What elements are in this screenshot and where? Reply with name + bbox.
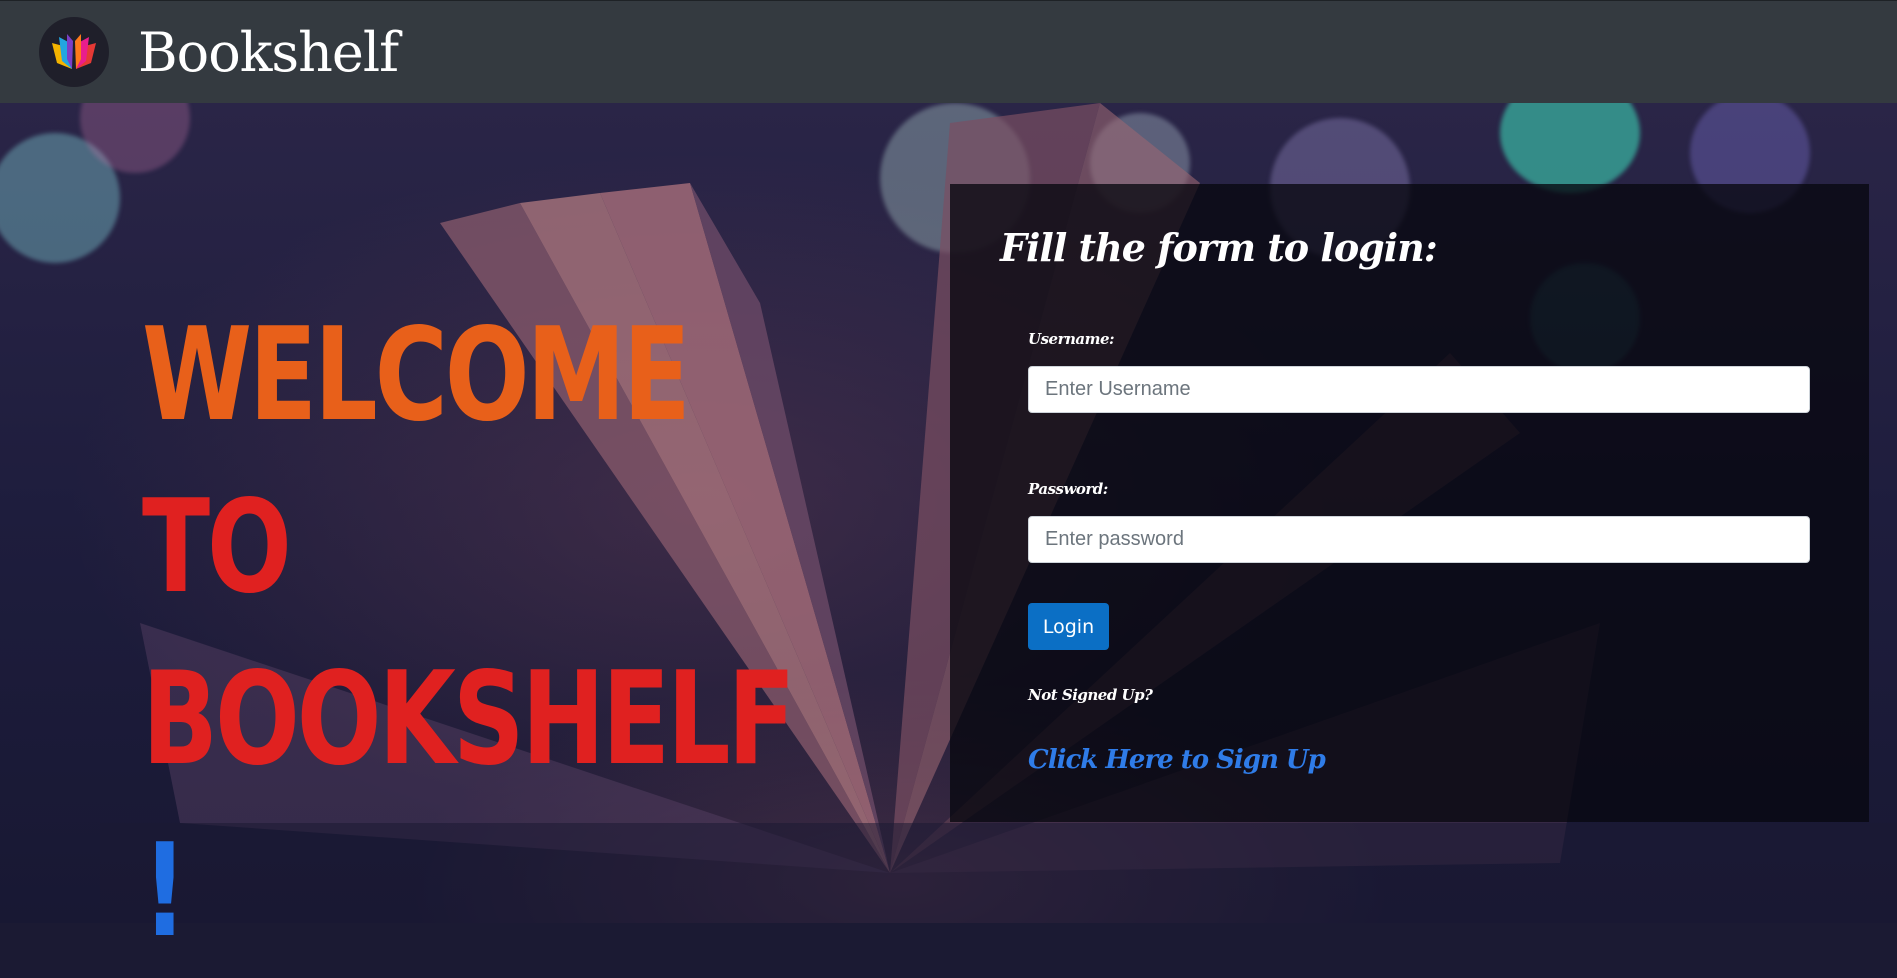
signup-link[interactable]: Click Here to Sign Up [1028, 745, 1326, 775]
welcome-line-2: BOOKSHELF ! [142, 634, 796, 978]
welcome-line-1: WELCOME TO [142, 290, 735, 634]
bookshelf-word: BOOKSHELF [142, 645, 796, 794]
welcome-heading: WELCOME TO BOOKSHELF ! [142, 290, 796, 978]
login-form-title: Fill the form to login: [1000, 225, 1438, 270]
navbar: Bookshelf [0, 0, 1897, 103]
login-panel [950, 184, 1869, 822]
password-input[interactable] [1028, 516, 1810, 563]
exclamation-mark: ! [142, 817, 188, 966]
not-signed-up-text: Not Signed Up? [1028, 686, 1153, 704]
username-label: Username: [1028, 330, 1115, 348]
password-label: Password: [1028, 480, 1108, 498]
username-input[interactable] [1028, 366, 1810, 413]
brand-title[interactable]: Bookshelf [138, 15, 399, 91]
to-word: TO [142, 473, 292, 622]
login-button[interactable]: Login [1028, 603, 1109, 650]
welcome-word: WELCOME [142, 301, 691, 450]
open-book-logo-icon[interactable] [39, 17, 109, 87]
